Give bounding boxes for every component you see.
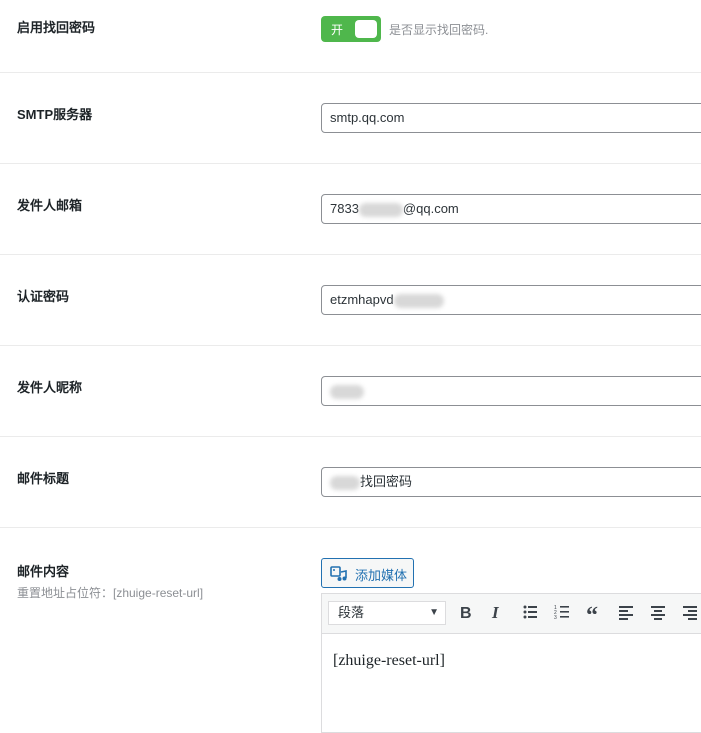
rich-text-editor: 段落 ▼ B I 1 2 3 “ [zhuige-reset-url] xyxy=(321,593,701,733)
italic-icon[interactable]: I xyxy=(486,603,508,623)
auth-password-input[interactable]: etzmhapvd xyxy=(321,285,701,315)
align-center-icon[interactable] xyxy=(647,603,669,623)
toggle-knob xyxy=(355,20,377,38)
smtp-server-label: SMTP服务器 xyxy=(17,107,93,122)
mail-subject-value-suffix: 找回密码 xyxy=(360,474,413,489)
settings-row-sender-name: 发件人昵称 xyxy=(0,346,701,437)
redacted-blur xyxy=(330,384,364,399)
editor-toolbar: 段落 ▼ B I 1 2 3 “ xyxy=(322,594,701,634)
redacted-blur xyxy=(393,293,444,308)
svg-text:I: I xyxy=(491,604,500,620)
smtp-server-input[interactable]: smtp.qq.com xyxy=(321,103,701,133)
bold-icon[interactable]: B xyxy=(455,603,477,623)
settings-row-auth-password: 认证密码 etzmhapvd xyxy=(0,255,701,346)
auth-password-value-prefix: etzmhapvd xyxy=(330,292,394,307)
align-right-icon[interactable] xyxy=(679,603,701,623)
svg-text:B: B xyxy=(460,605,472,620)
media-icon xyxy=(330,565,347,582)
toggle-on-text: 开 xyxy=(331,23,344,37)
add-media-button[interactable]: 添加媒体 xyxy=(321,558,414,588)
mail-content-label: 邮件内容 xyxy=(17,564,70,579)
sender-email-value-suffix: @qq.com xyxy=(402,201,459,216)
settings-row-enable-reset: 启用找回密码 开 是否显示找回密码. xyxy=(0,0,701,73)
paragraph-format-value: 段落 xyxy=(338,605,365,620)
align-left-icon[interactable] xyxy=(615,603,637,623)
smtp-server-value: smtp.qq.com xyxy=(330,110,405,125)
svg-text:“: “ xyxy=(586,604,598,620)
chevron-down-icon: ▼ xyxy=(429,607,439,618)
add-media-label: 添加媒体 xyxy=(355,568,408,583)
editor-content[interactable]: [zhuige-reset-url] xyxy=(333,652,445,670)
sender-email-label: 发件人邮箱 xyxy=(17,198,83,213)
sender-name-input[interactable] xyxy=(321,376,701,406)
settings-row-sender-email: 发件人邮箱 7833 @qq.com xyxy=(0,164,701,255)
redacted-blur xyxy=(358,202,403,217)
paragraph-format-select[interactable]: 段落 ▼ xyxy=(328,601,446,625)
mail-subject-label: 邮件标题 xyxy=(17,471,70,486)
sender-name-label: 发件人昵称 xyxy=(17,380,83,395)
enable-reset-toggle[interactable]: 开 xyxy=(321,16,381,42)
auth-password-label: 认证密码 xyxy=(17,289,70,304)
mail-subject-input[interactable]: 找回密码 xyxy=(321,467,701,497)
numbered-list-icon[interactable]: 1 2 3 xyxy=(551,603,573,623)
enable-reset-label: 启用找回密码 xyxy=(17,20,96,35)
sender-email-value-prefix: 7833 xyxy=(330,201,359,216)
settings-row-mail-subject: 邮件标题 找回密码 xyxy=(0,437,701,528)
enable-reset-description: 是否显示找回密码. xyxy=(389,23,489,37)
redacted-blur xyxy=(330,475,360,490)
bullet-list-icon[interactable] xyxy=(519,603,541,623)
settings-row-smtp-server: SMTP服务器 smtp.qq.com xyxy=(0,73,701,164)
svg-text:3: 3 xyxy=(554,615,557,620)
sender-email-input[interactable]: 7833 @qq.com xyxy=(321,194,701,224)
mail-content-description: 重置地址占位符：[zhuige-reset-url] xyxy=(17,586,204,600)
blockquote-icon[interactable]: “ xyxy=(583,603,605,623)
